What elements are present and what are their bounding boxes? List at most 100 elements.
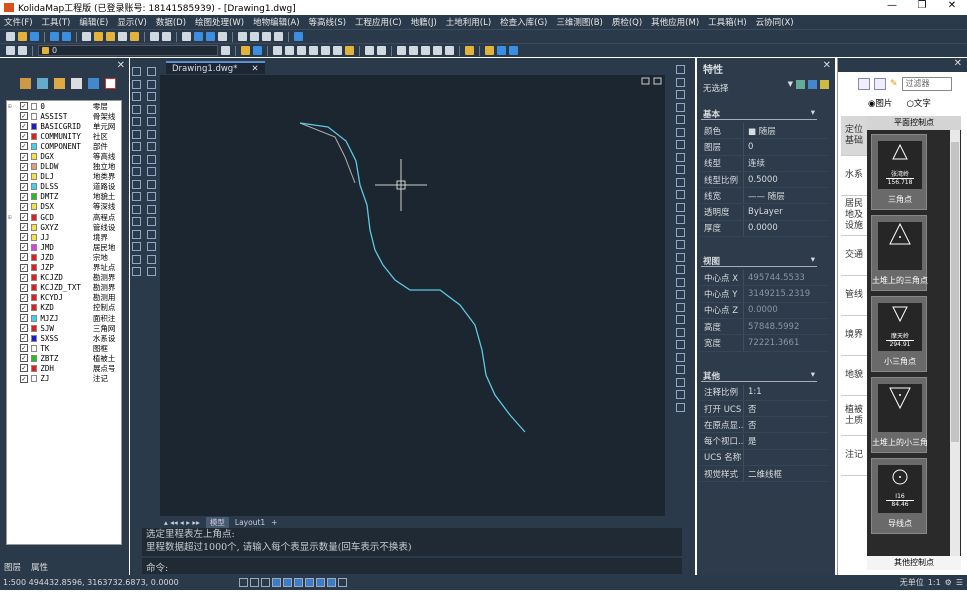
- properties-close-icon[interactable]: ✕: [823, 60, 831, 71]
- layer-visible-checkbox[interactable]: ✓: [20, 314, 28, 323]
- draw-tool-icon[interactable]: [147, 204, 156, 214]
- dyn-toggle-icon[interactable]: [304, 578, 314, 587]
- layer-row[interactable]: ✓ SJW 三角网: [7, 323, 121, 333]
- grey-polyline[interactable]: [299, 122, 356, 184]
- layer-color-swatch[interactable]: [30, 344, 38, 352]
- menu-item[interactable]: 云协同(X): [756, 16, 794, 28]
- layer-settings-icon[interactable]: [54, 78, 65, 89]
- modify-tool-icon[interactable]: [675, 127, 685, 137]
- property-row[interactable]: 宽度 72221.3661: [701, 335, 829, 352]
- drawing-canvas[interactable]: [160, 75, 665, 516]
- polar-toggle-icon[interactable]: [271, 578, 281, 587]
- property-value[interactable]: 二维线框: [744, 468, 782, 480]
- menu-item[interactable]: 工程应用(C): [355, 16, 402, 28]
- toolbar-tool-icon[interactable]: [106, 32, 115, 41]
- tab-attributes[interactable]: 属性: [31, 561, 48, 573]
- toolbar-tool-icon[interactable]: [253, 46, 262, 55]
- layer-color-swatch[interactable]: [30, 122, 38, 130]
- draw-tool-icon[interactable]: [132, 142, 141, 151]
- toolbar-tool-icon[interactable]: [238, 32, 247, 41]
- layer-row[interactable]: ✓ COMPONENT 部件: [7, 141, 121, 151]
- property-section-header[interactable]: 基本: [701, 108, 817, 120]
- draw-tool-icon[interactable]: [147, 242, 156, 251]
- layer-state-icon[interactable]: [18, 46, 27, 55]
- menu-item[interactable]: 工具箱(H): [708, 16, 747, 28]
- draw-tool-icon[interactable]: [132, 192, 141, 201]
- layer-color-swatch[interactable]: [30, 294, 38, 302]
- toolbar-tool-icon[interactable]: [309, 46, 318, 55]
- draw-tool-icon[interactable]: [132, 67, 141, 76]
- modify-tool-icon[interactable]: [675, 240, 685, 249]
- property-row[interactable]: 图层 0: [701, 139, 829, 156]
- draw-tool-icon[interactable]: [132, 117, 141, 126]
- minimize-button[interactable]: —: [877, 0, 907, 11]
- layer-row[interactable]: ✓ KCYDJ 勘测用: [7, 293, 121, 303]
- layer-visible-checkbox[interactable]: ✓: [20, 243, 28, 252]
- expand-icon[interactable]: ⊞: [8, 103, 12, 110]
- modify-tool-icon[interactable]: [675, 90, 685, 99]
- symbol-card[interactable]: I16 84.46 导线点: [871, 458, 927, 534]
- modify-tool-icon[interactable]: [675, 365, 685, 374]
- modify-tool-icon[interactable]: [675, 102, 685, 112]
- layer-row[interactable]: ✓ JMD 居民地: [7, 242, 121, 252]
- layer-visible-checkbox[interactable]: ✓: [20, 233, 28, 242]
- maximize-button[interactable]: ❐: [907, 0, 937, 11]
- viewport-controls[interactable]: [641, 77, 662, 85]
- layer-color-swatch[interactable]: [30, 264, 38, 272]
- layer-row[interactable]: ✓ KCJZD 勘测界: [7, 273, 121, 283]
- layer-visible-checkbox[interactable]: ✓: [20, 192, 28, 201]
- osnap-toggle-icon[interactable]: [282, 578, 292, 587]
- layer-color-swatch[interactable]: [30, 142, 38, 150]
- menu-item[interactable]: 工具(T): [42, 16, 71, 28]
- property-section-header[interactable]: 其他: [701, 370, 817, 382]
- draw-tool-icon[interactable]: [132, 254, 141, 264]
- layer-doc-icon[interactable]: [71, 78, 82, 89]
- menu-item[interactable]: 显示(V): [117, 16, 146, 28]
- brush-icon[interactable]: ✎: [890, 79, 898, 89]
- modify-tool-icon[interactable]: [675, 352, 685, 362]
- toolbar-tool-icon[interactable]: [150, 32, 159, 41]
- layer-row[interactable]: ✓ DLJ 地类界: [7, 172, 121, 182]
- modify-tool-icon[interactable]: [675, 252, 685, 262]
- annotation-scale[interactable]: 1:1: [928, 578, 941, 587]
- toolbar-tool-icon[interactable]: [241, 46, 250, 55]
- property-row[interactable]: 线型 连续: [701, 155, 829, 172]
- property-value[interactable]: 0.0000: [744, 223, 778, 233]
- modify-tool-icon[interactable]: [675, 77, 685, 87]
- draw-tool-icon[interactable]: [132, 79, 141, 89]
- lineweight-toggle-icon[interactable]: [315, 578, 325, 587]
- modify-tool-icon[interactable]: [675, 290, 685, 299]
- layer-color-swatch[interactable]: [30, 183, 38, 191]
- layer-visible-checkbox[interactable]: ✓: [20, 273, 28, 282]
- property-row[interactable]: 线宽 —— 随层: [701, 188, 829, 205]
- draw-tool-icon[interactable]: [147, 229, 156, 239]
- layer-row[interactable]: ⊞ ✓ GCD 高程点: [7, 212, 121, 222]
- toolbar-tool-icon[interactable]: [273, 46, 282, 55]
- layer-visible-checkbox[interactable]: ✓: [20, 142, 28, 151]
- property-row[interactable]: 注释比例 1:1: [701, 384, 829, 401]
- draw-tool-icon[interactable]: [132, 229, 141, 239]
- layer-color-swatch[interactable]: [30, 253, 38, 261]
- layer-visible-checkbox[interactable]: ✓: [20, 253, 28, 262]
- toolbar-tool-icon[interactable]: [194, 32, 203, 41]
- property-row[interactable]: 线型比例 0.5000: [701, 171, 829, 189]
- symbol-grid-icon[interactable]: [874, 78, 886, 90]
- radio-image[interactable]: ◉图片: [868, 97, 892, 109]
- command-input[interactable]: 命令:: [142, 558, 682, 574]
- property-value[interactable]: 72221.3661: [744, 338, 799, 348]
- menu-item[interactable]: 文件(F): [4, 16, 33, 28]
- layer-visible-checkbox[interactable]: ✓: [20, 132, 28, 141]
- expand-icon[interactable]: ⊞: [8, 214, 12, 221]
- symbol-card[interactable]: 张湾岭 156.718 三角点: [871, 134, 927, 210]
- category-tab[interactable]: 管线: [841, 276, 867, 316]
- filter-input[interactable]: 过滤器: [901, 77, 952, 91]
- toolbar-tool-icon[interactable]: [274, 32, 283, 41]
- layer-row[interactable]: ✓ JZP 界址点: [7, 263, 121, 273]
- layer-visible-checkbox[interactable]: ✓: [20, 202, 28, 211]
- toolbar-tool-icon[interactable]: [509, 46, 518, 55]
- menu-item[interactable]: 三维测图(B): [556, 16, 602, 28]
- modify-tool-icon[interactable]: [675, 227, 685, 237]
- modify-tool-icon[interactable]: [675, 202, 685, 212]
- new-layer-icon[interactable]: [20, 78, 31, 89]
- draw-tool-icon[interactable]: [147, 254, 156, 264]
